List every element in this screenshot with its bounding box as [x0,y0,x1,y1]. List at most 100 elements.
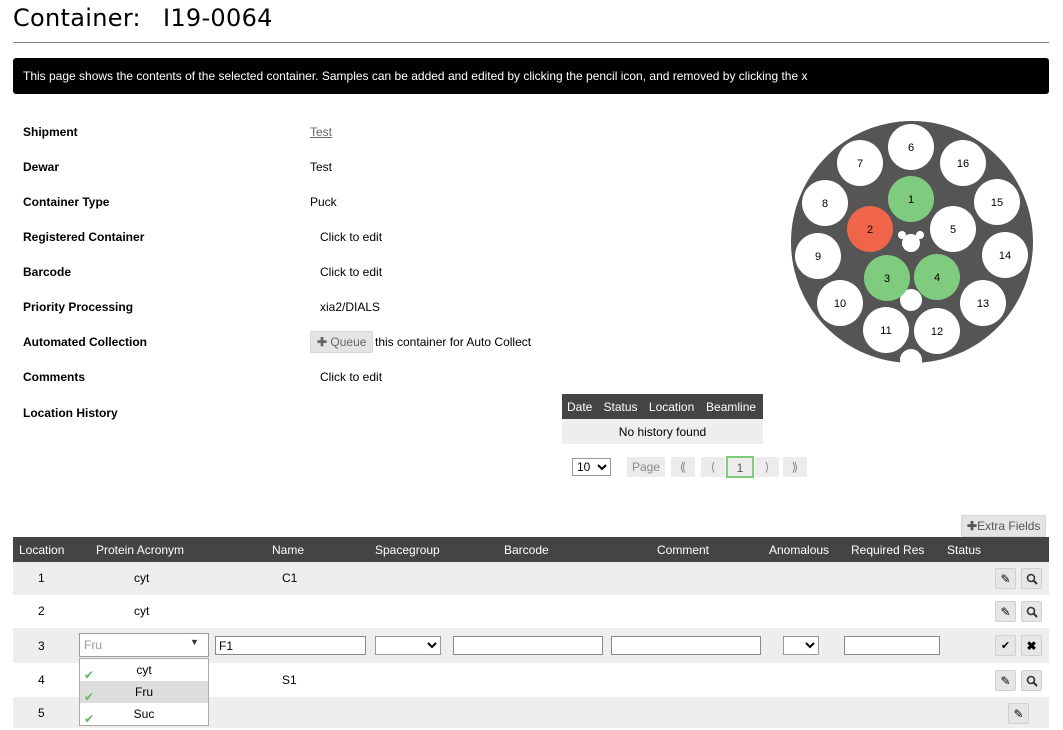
row-location: 1 [38,571,45,585]
col-required-res: Required Res [851,543,925,557]
history-col-location: Location [643,394,702,419]
puck-position-13[interactable]: 13 [960,280,1006,326]
first-page-button[interactable]: ⟪ [671,457,695,477]
view-sample-button[interactable] [1021,568,1042,589]
puck-position-label: 12 [931,326,943,338]
barcode-input[interactable] [453,636,603,655]
puck-position-label: 13 [977,298,989,310]
puck-position-8[interactable]: 8 [802,180,848,226]
chevron-down-icon: ▼ [190,637,199,647]
queue-suffix: this container for Auto Collect [375,335,532,349]
col-name: Name [272,543,305,557]
title-divider [13,42,1049,43]
registered-container-edit[interactable]: Click to edit [320,230,382,244]
puck-position-label: 8 [822,198,828,210]
puck-position-10[interactable]: 10 [817,280,863,326]
edit-sample-button[interactable]: ✎ [995,601,1016,622]
puck-position-label: 9 [815,251,821,263]
search-icon [1026,606,1038,618]
col-protein-acronym: Protein Acronym [96,543,185,557]
row-name: S1 [282,673,297,687]
view-sample-button[interactable] [1021,601,1042,622]
puck-position-label: 2 [867,224,873,236]
row-protein: cyt [134,604,150,618]
puck-position-6[interactable]: 6 [888,124,934,170]
puck-position-1[interactable]: 1 [888,176,934,222]
pencil-icon: ✎ [1013,706,1024,721]
puck-position-4[interactable]: 4 [914,254,960,300]
pencil-icon: ✎ [1000,571,1011,586]
shipment-label: Shipment [23,125,78,139]
extra-fields-button[interactable]: ✚Extra Fields [961,515,1047,537]
puck-position-12[interactable]: 12 [914,308,960,354]
registered-container-label: Registered Container [23,230,145,244]
row-location: 5 [38,706,45,720]
history-col-status: Status [598,394,644,419]
col-comment: Comment [657,543,710,557]
col-location: Location [19,543,65,557]
comments-label: Comments [23,370,86,384]
puck-position-5[interactable]: 5 [930,206,976,252]
history-col-date: Date [562,394,599,419]
puck-position-label: 4 [934,272,940,284]
current-page[interactable]: 1 [726,456,754,478]
puck-position-16[interactable]: 16 [940,140,986,186]
comment-input[interactable] [611,636,761,655]
edit-sample-button[interactable]: ✎ [995,670,1016,691]
search-icon [1026,573,1038,585]
protein-input[interactable]: Fru [84,638,102,652]
history-empty: No history found [562,419,763,444]
page-size-select[interactable]: 10 [572,458,611,476]
cancel-edit-button[interactable]: ✖ [1021,635,1042,656]
comments-edit[interactable]: Click to edit [320,370,382,384]
spacegroup-select[interactable] [375,636,441,655]
queue-button[interactable]: ✚ Queue [310,331,374,353]
col-spacegroup: Spacegroup [375,543,440,557]
barcode-edit[interactable]: Click to edit [320,265,382,279]
samples-header: Location Protein Acronym Name Spacegroup… [13,537,1049,562]
priority-processing-label: Priority Processing [23,300,134,314]
plus-icon: ✚ [317,335,328,349]
row-name: C1 [282,571,298,585]
required-res-input[interactable] [844,636,940,655]
automated-collection-label: Automated Collection [23,335,148,349]
puck-position-11[interactable]: 11 [863,307,909,353]
col-status: Status [947,543,982,557]
anomalous-select[interactable] [783,636,819,655]
sample-name-input[interactable] [215,636,366,655]
history-col-beamline: Beamline [701,394,763,419]
protein-option[interactable]: ✔ Suc [80,703,208,726]
pencil-icon: ✎ [1000,604,1011,619]
view-sample-button[interactable] [1021,670,1042,691]
shipment-link[interactable]: Test [310,125,332,139]
puck-position-label: 16 [957,158,969,170]
puck-position-3[interactable]: 3 [864,255,910,301]
check-icon: ✔ [84,712,95,726]
dewar-value: Test [310,160,333,174]
edit-sample-button[interactable]: ✎ [1008,703,1029,724]
container-type-value: Puck [310,195,337,209]
protein-combobox[interactable]: Fru ▼ [79,633,209,657]
save-sample-button[interactable]: ✔ [995,635,1016,656]
puck-position-14[interactable]: 14 [982,232,1028,278]
protein-option-selected[interactable]: ✔ Fru [80,681,208,704]
row-location: 2 [38,604,45,618]
priority-processing-value[interactable]: xia2/DIALS [320,300,380,314]
col-barcode: Barcode [504,543,549,557]
last-page-button[interactable]: ⟫ [783,457,807,477]
puck-position-7[interactable]: 7 [837,140,883,186]
puck-position-label: 6 [908,142,914,154]
protein-option[interactable]: ✔ cyt [80,659,208,682]
puck-position-label: 5 [950,224,956,236]
puck-position-2[interactable]: 2 [847,206,893,252]
next-page-button[interactable]: ⟩ [755,457,779,477]
puck-position-label: 1 [908,194,914,206]
location-history-table: Date Status Location Beamline No history… [562,394,763,444]
info-banner: This page shows the contents of the sele… [13,58,1049,94]
prev-page-button[interactable]: ⟨ [701,457,725,477]
edit-sample-button[interactable]: ✎ [995,568,1016,589]
row-location: 4 [38,673,45,687]
puck-position-15[interactable]: 15 [974,179,1020,225]
barcode-label: Barcode [23,265,72,279]
puck-position-9[interactable]: 9 [795,233,841,279]
